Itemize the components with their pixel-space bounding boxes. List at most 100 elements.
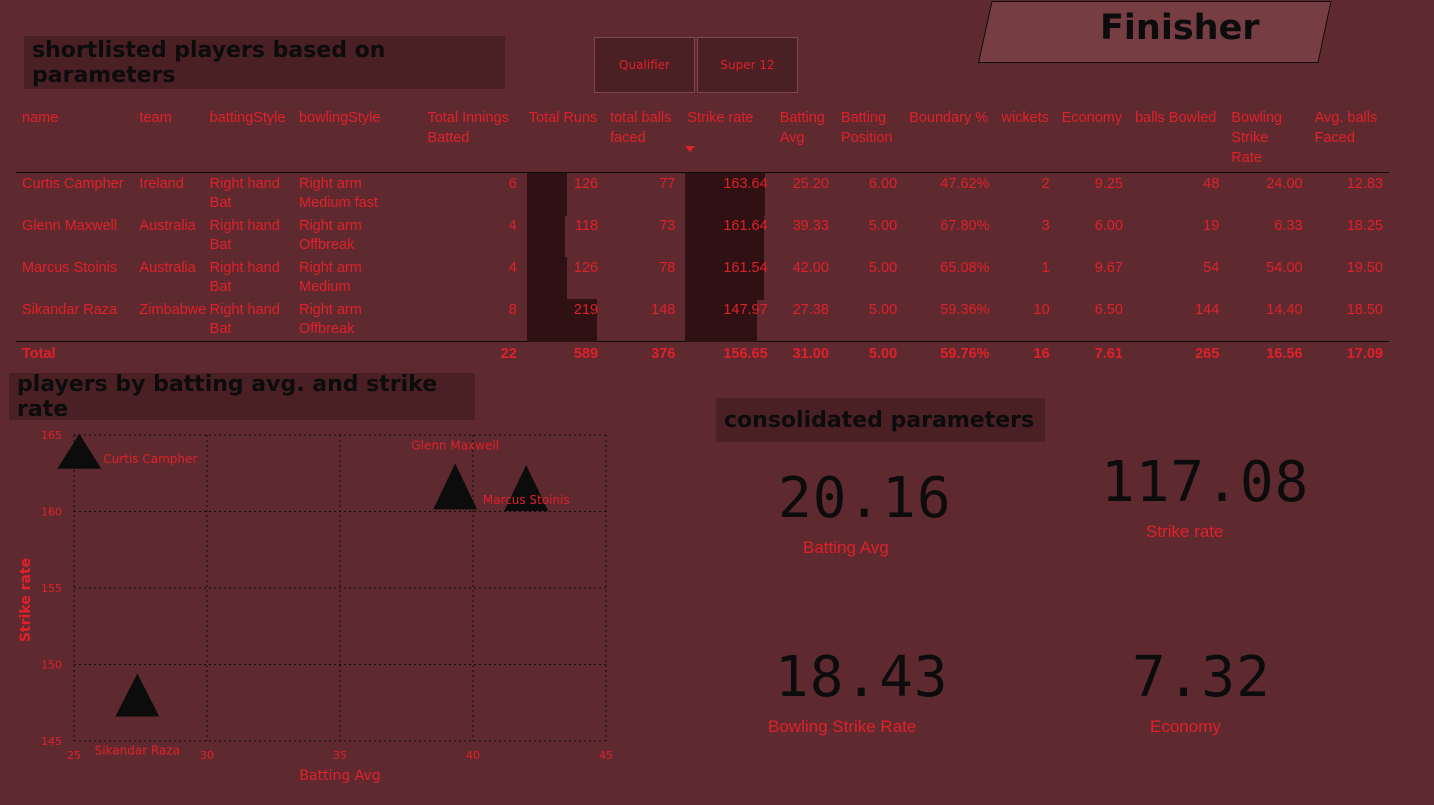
table-cell: 77: [604, 173, 681, 216]
column-header[interactable]: Bowling Strike Rate: [1225, 106, 1308, 173]
cell-value: 12.83: [1346, 176, 1383, 192]
cell-value: 5.00: [868, 218, 898, 234]
table-cell: Marcus Stoinis: [22, 260, 118, 276]
column-header[interactable]: Economy: [1056, 106, 1129, 173]
table-cell: 4: [421, 215, 522, 257]
cell-value: 6.00: [1094, 218, 1123, 234]
slicer-super12-button[interactable]: Super 12: [697, 37, 798, 93]
column-header[interactable]: team: [133, 106, 203, 173]
kpi-economy-value: 7.32: [1132, 645, 1271, 710]
column-header[interactable]: battingStyle: [204, 106, 293, 173]
total-cell: [133, 342, 203, 367]
cell-value: 59.36%: [940, 302, 990, 318]
column-header[interactable]: Avg. balls Faced: [1309, 106, 1389, 173]
table-row[interactable]: Curtis Campher Ireland Right hand Bat Right…: [16, 173, 1389, 216]
cell-value: 54: [1203, 260, 1220, 276]
column-header[interactable]: Boundary %: [903, 106, 995, 173]
total-cell: 59.76%: [940, 346, 990, 362]
table-cell: Curtis Campher: [22, 176, 124, 192]
total-cell: 265: [1195, 346, 1220, 362]
cell-value: 6.50: [1094, 302, 1123, 318]
x-tick-label: 30: [200, 749, 214, 762]
total-cell: Total: [22, 346, 56, 362]
table-cell: 161.64: [681, 215, 773, 258]
cell-value: 25.20: [792, 176, 829, 192]
column-header[interactable]: wickets: [995, 106, 1055, 173]
table-cell: Sikandar Raza: [22, 302, 118, 318]
table-cell: 54: [1129, 257, 1225, 299]
table-cell: 148: [604, 299, 681, 342]
column-header[interactable]: Strike rate: [681, 106, 773, 173]
cell-value: 126: [573, 260, 599, 276]
total-cell: 17.09: [1346, 346, 1383, 362]
table-cell: 5.00: [835, 215, 903, 257]
table-cell: 1: [995, 257, 1055, 299]
kpi-strike-rate-value: 117.08: [1101, 450, 1310, 515]
runs-databar: [526, 215, 565, 258]
cell-value: 5.00: [868, 260, 898, 276]
table-cell: 42.00: [774, 257, 835, 299]
table-cell: 9.67: [1056, 257, 1129, 299]
slicer-qualifier-button[interactable]: Qualifier: [594, 37, 695, 93]
table-cell: 6.33: [1225, 215, 1308, 257]
kpi-economy-label: Economy: [1150, 717, 1221, 736]
cell-value: 73: [659, 218, 676, 234]
table-cell: Ireland: [139, 176, 184, 192]
data-point-label: Marcus Stoinis: [483, 493, 570, 507]
cell-value: 10: [1033, 302, 1050, 318]
table-cell: 27.38: [774, 299, 835, 342]
table-cell: 19: [1129, 215, 1225, 257]
cell-value: 161.54: [723, 260, 768, 276]
y-axis-label: Strike rate: [18, 558, 34, 642]
cell-value: 2: [1041, 176, 1050, 192]
x-tick-label: 40: [466, 749, 480, 762]
y-tick-label: 165: [41, 429, 62, 442]
column-header[interactable]: bowlingStyle: [293, 106, 421, 173]
table-cell: Right arm Medium fast: [298, 176, 378, 211]
column-header[interactable]: Batting Avg: [774, 106, 835, 173]
cell-value: 3: [1041, 218, 1050, 234]
cell-value: 48: [1203, 176, 1220, 192]
table-cell: 144: [1129, 299, 1225, 342]
table-cell: 73: [604, 215, 681, 257]
table-cell: 24.00: [1225, 173, 1308, 216]
column-header[interactable]: name: [16, 106, 133, 173]
kpi-bowling-sr-value: 18.43: [775, 645, 949, 710]
total-cell: [293, 342, 421, 367]
table-cell: 2: [995, 173, 1055, 216]
data-point-label: Curtis Campher: [103, 452, 197, 466]
table-cell: 18.50: [1309, 299, 1389, 342]
column-header[interactable]: Total Innings Batted: [421, 106, 522, 173]
cell-value: 147.97: [723, 302, 768, 318]
column-header[interactable]: Total Runs: [523, 106, 604, 173]
total-cell: [204, 342, 293, 367]
cell-value: 5.00: [868, 302, 898, 318]
y-tick-label: 160: [41, 506, 62, 519]
column-header[interactable]: Batting Position: [835, 106, 903, 173]
table-cell: 12.83: [1309, 173, 1389, 216]
column-header[interactable]: balls Bowled: [1129, 106, 1225, 173]
table-row[interactable]: Glenn Maxwell Australia Right hand Bat Righ…: [16, 215, 1389, 258]
cell-value: 8: [508, 302, 517, 318]
table-cell: Zimbabwe: [139, 302, 207, 318]
data-point-label: Glenn Maxwell: [411, 438, 499, 452]
cell-value: 9.25: [1094, 176, 1123, 192]
sort-descending-icon[interactable]: [685, 146, 695, 152]
column-header[interactable]: total balls faced: [604, 106, 681, 173]
table-cell: 54.00: [1225, 257, 1308, 299]
cell-value: 19: [1203, 218, 1220, 234]
table-row[interactable]: Marcus Stoinis Australia Right hand Bat Rig…: [16, 257, 1389, 300]
table-cell: Right arm Medium: [298, 260, 362, 295]
table-cell: 67.80%: [903, 215, 995, 257]
table-cell: 147.97: [681, 299, 773, 342]
kpi-strike-rate-label: Strike rate: [1146, 522, 1224, 541]
cell-value: 219: [573, 302, 599, 318]
table-cell: 18.25: [1309, 215, 1389, 257]
data-point-marker: [57, 433, 102, 469]
table-row[interactable]: Sikandar Raza Zimbabwe Right hand Bat Right…: [16, 299, 1389, 342]
data-point-marker: [115, 673, 160, 717]
cell-value: 9.67: [1094, 260, 1123, 276]
finisher-title: Finisher: [1100, 8, 1260, 48]
total-cell: 589: [573, 346, 599, 362]
runs-databar: [526, 257, 567, 300]
